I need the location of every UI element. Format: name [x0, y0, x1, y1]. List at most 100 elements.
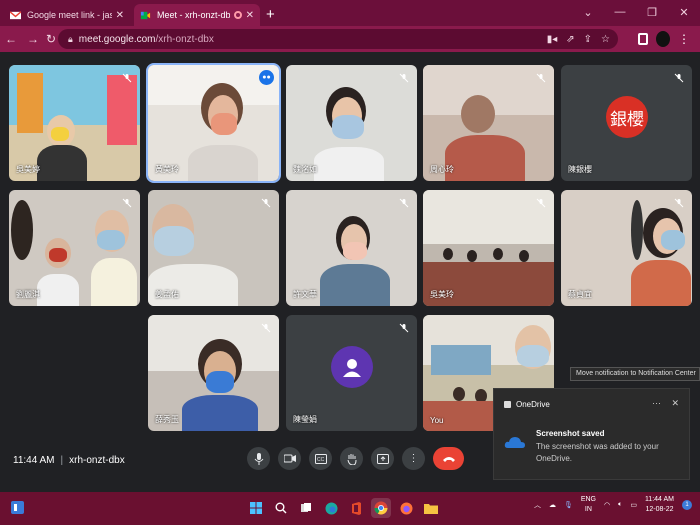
svg-text:CC: CC: [317, 457, 325, 463]
notification-badge[interactable]: 1: [682, 500, 692, 510]
more-options-button[interactable]: ⋮: [402, 447, 425, 470]
captions-button[interactable]: CC: [309, 447, 332, 470]
side-panel-icon[interactable]: [638, 33, 648, 45]
muted-mic-icon: [259, 321, 273, 335]
microphone-button[interactable]: [247, 447, 270, 470]
participant-tile[interactable]: 吳美婷: [9, 65, 140, 181]
minimize-button[interactable]: —: [604, 0, 636, 24]
windows-logo-icon: [250, 502, 262, 514]
more-vert-icon: ⋮: [408, 453, 419, 464]
participant-name: 許文華: [293, 290, 317, 299]
participant-name: 黃美玲: [155, 165, 179, 174]
tray-time: 11:44 AM: [644, 496, 674, 503]
muted-mic-icon: [120, 196, 134, 210]
muted-mic-icon: [120, 71, 134, 85]
chrome-icon: [374, 501, 388, 515]
close-window-button[interactable]: ✕: [668, 0, 700, 24]
muted-mic-icon: [672, 71, 686, 85]
address-bar[interactable]: 🔒︎ meet.google.com/xrh-onzt-dbx ▮◂ ⇗ ⇪ ☆: [58, 29, 618, 49]
muted-mic-icon: [259, 196, 273, 210]
open-external-icon[interactable]: ⇗: [566, 34, 574, 45]
present-button[interactable]: [371, 447, 394, 470]
cloud-icon[interactable]: ☁︎: [549, 501, 556, 509]
participant-tile-active-speaker[interactable]: ●● 黃美玲: [146, 63, 281, 183]
participant-tile[interactable]: 銀櫻 陳銀櫻: [561, 65, 692, 181]
participant-tile[interactable]: 劉麗淇: [9, 190, 140, 306]
task-view-button[interactable]: [296, 498, 316, 518]
participant-name: 蔡貞宜: [568, 290, 592, 299]
participant-tile[interactable]: 蔡貞宜: [561, 190, 692, 306]
muted-mic-icon: [534, 71, 548, 85]
participant-tile[interactable]: 陳瑩娟: [286, 315, 417, 431]
gmail-icon: [10, 10, 21, 19]
edge-button[interactable]: [321, 498, 341, 518]
search-button[interactable]: [271, 498, 291, 518]
muted-mic-icon: [397, 196, 411, 210]
recording-icon: [233, 11, 242, 19]
browser-right-tools: ⋮: [638, 31, 690, 47]
raise-hand-button[interactable]: [340, 447, 363, 470]
participant-avatar: [331, 346, 373, 388]
omnibox-actions: ▮◂ ⇗ ⇪ ☆: [547, 29, 610, 49]
firefox-button[interactable]: [396, 498, 416, 518]
meeting-info: 11:44 AM | xrh-onzt-dbx: [13, 455, 125, 466]
lang-bottom: IN: [584, 506, 592, 513]
participant-tile[interactable]: 周心玲: [423, 65, 554, 181]
system-tray: ︿ ☁︎ 🎙︎ ENG IN ◠ 🔈︎ ▭ 11:44 AM 12-08-22 …: [534, 495, 692, 515]
tab-google-meet-link[interactable]: Google meet link - jaspreet.k@t ✕: [4, 4, 130, 26]
file-explorer-button[interactable]: [421, 498, 441, 518]
toast-close-button[interactable]: ✕: [671, 398, 679, 409]
taskbar: ︿ ☁︎ 🎙︎ ENG IN ◠ 🔈︎ ▭ 11:44 AM 12-08-22 …: [0, 492, 700, 525]
end-call-icon: [442, 456, 455, 462]
participant-tile[interactable]: 許文華: [286, 190, 417, 306]
tab-meet[interactable]: Meet - xrh-onzt-dbx ✕: [134, 4, 260, 26]
separator: |: [60, 455, 64, 466]
participant-name: 周心玲: [430, 165, 454, 174]
chrome-button[interactable]: [371, 498, 391, 518]
bookmark-star-icon[interactable]: ☆: [601, 34, 610, 45]
tray-overflow-icon[interactable]: ︿: [534, 500, 541, 510]
share-icon[interactable]: ⇪: [584, 34, 592, 45]
onedrive-toast[interactable]: OneDrive ··· ✕ Screenshot saved The scre…: [493, 388, 690, 480]
participant-tile[interactable]: 吳美玲: [423, 190, 554, 306]
input-language[interactable]: ENG IN: [581, 495, 596, 515]
battery-icon[interactable]: ▭: [630, 501, 637, 509]
start-button[interactable]: [246, 498, 266, 518]
camera-button[interactable]: [278, 447, 301, 470]
toast-more-button[interactable]: ···: [652, 398, 661, 408]
office-button[interactable]: [346, 498, 366, 518]
participant-tile[interactable]: 薛秀玉: [148, 315, 279, 431]
menu-kebab-icon[interactable]: ⋮: [678, 32, 690, 46]
search-icon: [275, 502, 287, 514]
close-tab-icon[interactable]: ✕: [246, 10, 254, 21]
profile-avatar[interactable]: [656, 31, 670, 47]
notification-tooltip: Move notification to Notification Center: [570, 367, 700, 381]
mic-in-use-icon[interactable]: 🎙︎: [564, 501, 573, 509]
raise-hand-icon: [347, 453, 356, 465]
toast-title: Screenshot saved: [536, 429, 605, 438]
volume-icon[interactable]: 🔈︎: [618, 501, 622, 509]
lang-top: ENG: [580, 496, 596, 503]
participant-tile[interactable]: 魏洺如: [286, 65, 417, 181]
camera-in-use-icon[interactable]: ▮◂: [547, 34, 558, 45]
close-tab-icon[interactable]: ✕: [116, 10, 124, 21]
edge-icon: [325, 502, 337, 514]
participant-tile[interactable]: 姜孟佑: [148, 190, 279, 306]
participant-name: 魏洺如: [293, 165, 317, 174]
leave-call-button[interactable]: [433, 447, 464, 470]
tab-search-icon[interactable]: ⌄: [572, 0, 604, 24]
taskbar-apps: [246, 498, 441, 518]
wifi-icon[interactable]: ◠: [604, 501, 610, 509]
tab-strip: Google meet link - jaspreet.k@t ✕ Meet -…: [0, 0, 700, 26]
firefox-icon: [400, 502, 412, 514]
person-silhouette-icon: [343, 359, 361, 377]
clock[interactable]: 11:44 AM 12-08-22: [645, 495, 674, 515]
restore-button[interactable]: ❐: [636, 0, 668, 24]
back-icon[interactable]: ←: [0, 32, 22, 46]
meeting-code: xrh-onzt-dbx: [69, 455, 125, 466]
muted-mic-icon: [534, 196, 548, 210]
participant-name: 劉麗淇: [16, 290, 40, 299]
new-tab-button[interactable]: +: [266, 4, 275, 26]
widgets-icon[interactable]: [11, 501, 24, 514]
url-path: /xrh-onzt-dbx: [155, 33, 214, 45]
